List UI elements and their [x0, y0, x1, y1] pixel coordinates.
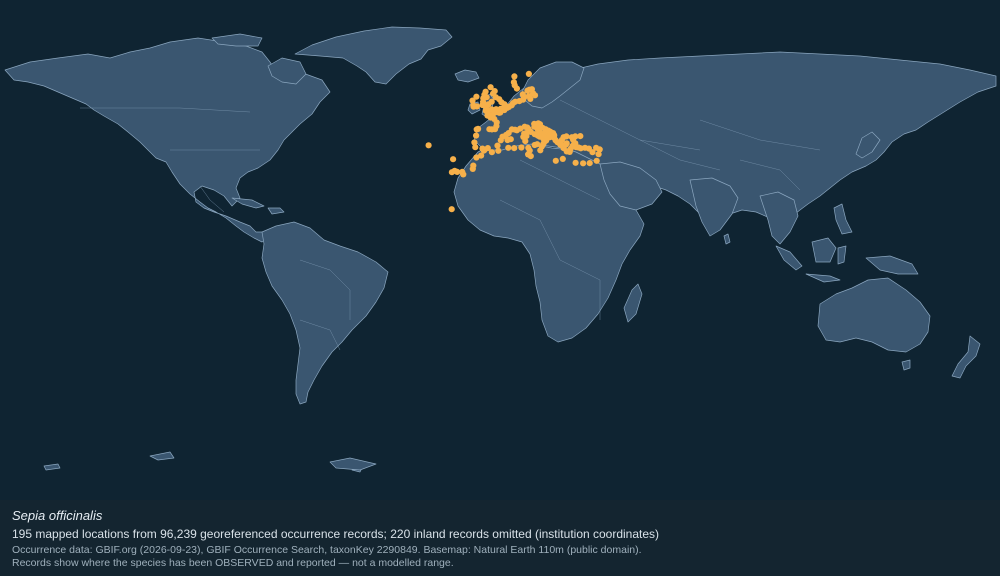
- occurrence-point: [494, 142, 501, 149]
- range-disclaimer: Records show where the species has been …: [12, 557, 454, 569]
- occurrence-point: [448, 169, 455, 176]
- occurrence-point: [480, 95, 487, 102]
- occurrence-point: [525, 70, 533, 77]
- occurrence-point: [527, 95, 534, 102]
- occurrence-point: [593, 157, 600, 164]
- world-map[interactable]: [0, 0, 1000, 500]
- occurrence-point: [470, 103, 477, 110]
- occurrence-point: [473, 154, 480, 161]
- occurrence-point: [511, 73, 518, 80]
- occurrence-point: [518, 144, 525, 151]
- occurrence-point: [487, 84, 494, 91]
- species-name: Sepia officinalis: [12, 508, 103, 523]
- occurrence-point: [469, 165, 476, 172]
- occurrence-point: [491, 109, 498, 116]
- occurrence-point: [567, 145, 574, 152]
- occurrence-point: [488, 149, 495, 156]
- occurrence-point: [425, 142, 432, 149]
- occurrence-point: [586, 160, 593, 167]
- occurrence-point: [495, 147, 502, 154]
- map-caption: Sepia officinalis 195 mapped locations f…: [0, 500, 1000, 576]
- occurrence-point: [589, 149, 596, 156]
- occurrence-point: [580, 160, 587, 167]
- occurrence-point: [511, 145, 518, 152]
- occurrence-point: [595, 151, 602, 158]
- occurrence-point: [510, 79, 517, 86]
- occurrence-point: [521, 130, 528, 137]
- occurrence-point: [472, 144, 479, 151]
- occurrence-point: [473, 132, 480, 139]
- occurrence-point: [571, 140, 578, 147]
- occurrence-point: [525, 151, 532, 158]
- occurrence-point: [505, 144, 512, 151]
- records-summary: 195 mapped locations from 96,239 georefe…: [12, 527, 660, 541]
- occurrence-point: [552, 157, 559, 164]
- occurrence-point: [572, 159, 579, 166]
- map-canvas[interactable]: [0, 0, 1000, 500]
- occurrence-point: [559, 155, 566, 162]
- occurrence-point: [572, 133, 579, 140]
- occurrence-point: [448, 206, 455, 213]
- occurrence-point: [531, 141, 538, 149]
- occurrence-point: [450, 156, 457, 163]
- data-credit: Occurrence data: GBIF.org (2026-09-23), …: [12, 544, 642, 556]
- occurrence-point: [558, 136, 566, 144]
- occurrence-point: [507, 136, 514, 143]
- occurrence-point: [475, 125, 482, 132]
